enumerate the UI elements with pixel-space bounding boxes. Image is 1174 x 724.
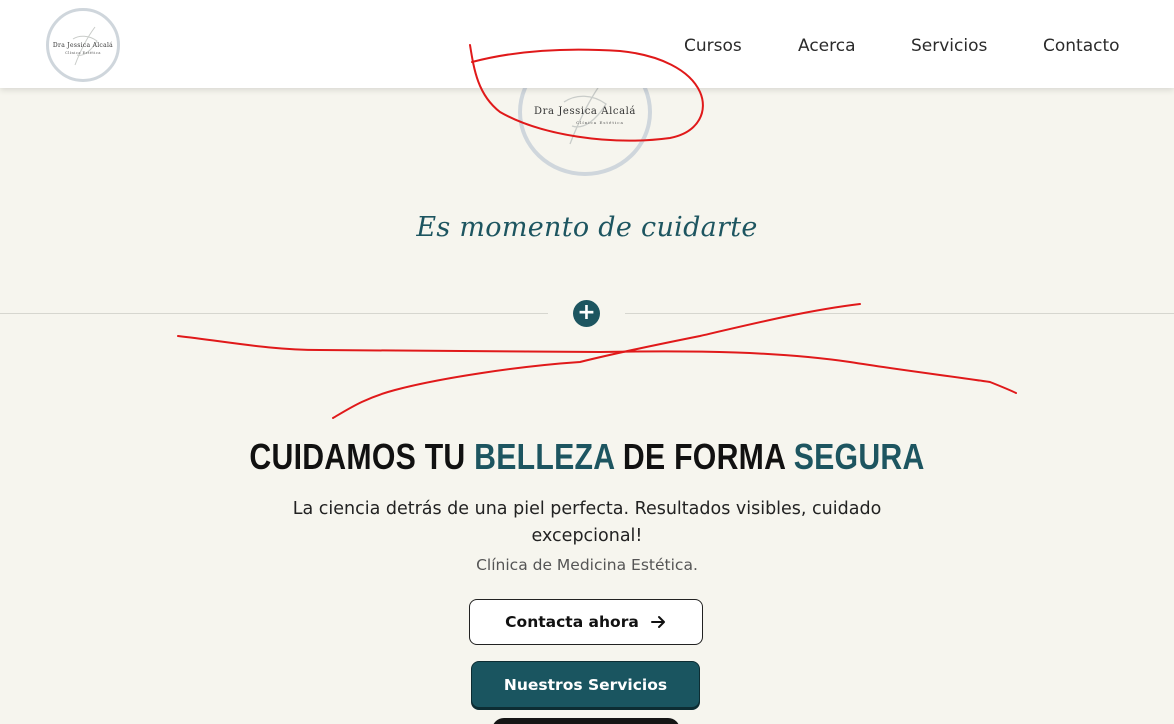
headline-part-1: CUIDAMOS TU: [249, 436, 475, 477]
our-services-button[interactable]: Nuestros Servicios: [471, 661, 700, 708]
header-logo-name: Dra Jessica Alcalá: [52, 42, 114, 49]
arrow-right-icon: [650, 616, 665, 628]
divider-line-left: [0, 313, 548, 314]
hero-caption: Clínica de Medicina Estética.: [476, 556, 698, 574]
our-services-label: Nuestros Servicios: [503, 675, 668, 694]
contact-now-label: Contacta ahora: [505, 613, 639, 631]
hero-subtitle: La ciencia detrás de una piel perfecta. …: [292, 499, 882, 546]
plus-circle-icon[interactable]: +: [573, 300, 600, 327]
headline-part-2: DE FORMA: [614, 436, 794, 477]
header-logo[interactable]: Dra Jessica Alcalá Clínica Estética: [46, 8, 120, 82]
nav-link-acerca[interactable]: Acerca: [798, 36, 856, 56]
hero-logo-sub: Clínica Estética: [576, 120, 624, 125]
headline-accent-belleza: BELLEZA: [474, 436, 615, 477]
hero-logo-name: Dra Jessica Alcalá: [533, 106, 636, 117]
page: Dra Jessica Alcalá Clínica Estética Curs…: [0, 0, 1174, 724]
nav-link-contacto[interactable]: Contacto: [1043, 36, 1120, 56]
contact-now-button[interactable]: Contacta ahora: [469, 599, 703, 645]
header-logo-sub: Clínica Estética: [65, 51, 101, 55]
headline-accent-segura: SEGURA: [793, 436, 925, 477]
annotation-strike-1: [177, 335, 1017, 394]
nav-link-cursos[interactable]: Cursos: [684, 36, 742, 56]
site-header: Dra Jessica Alcalá Clínica Estética Curs…: [0, 0, 1174, 88]
partial-dark-button[interactable]: [492, 718, 680, 724]
hero-tagline: Es momento de cuidarte: [416, 212, 758, 243]
nav-link-servicios[interactable]: Servicios: [911, 36, 987, 56]
hero-headline: CUIDAMOS TU BELLEZA DE FORMA SEGURA: [94, 436, 1080, 478]
divider-line-right: [625, 313, 1174, 314]
